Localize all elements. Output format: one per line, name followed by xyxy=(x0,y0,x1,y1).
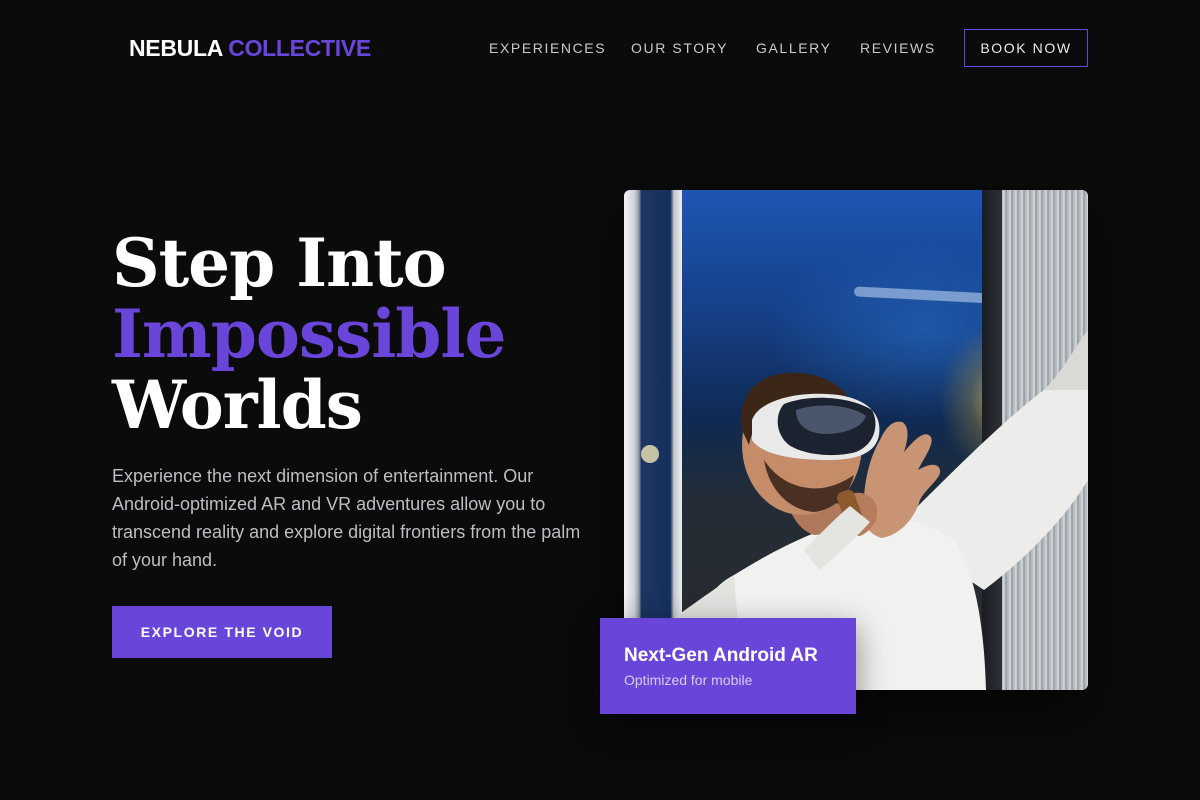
feature-badge: Next-Gen Android AR Optimized for mobile xyxy=(600,618,856,714)
hero-title-line-2: Impossible xyxy=(112,295,506,373)
explore-the-void-button[interactable]: EXPLORE THE VOID xyxy=(112,606,332,658)
nav-link-experiences[interactable]: EXPERIENCES xyxy=(489,29,606,67)
main-nav: EXPERIENCES OUR STORY GALLERY REVIEWS BO… xyxy=(0,29,1200,67)
feature-badge-subtitle: Optimized for mobile xyxy=(624,672,753,688)
hero-title-line-3: Worlds xyxy=(112,366,363,444)
hero-title-line-1: Step Into xyxy=(112,224,447,302)
landing-page: NEBULA COLLECTIVE EXPERIENCES OUR STORY … xyxy=(0,0,1200,800)
nav-link-gallery[interactable]: GALLERY xyxy=(756,29,832,67)
feature-badge-title: Next-Gen Android AR xyxy=(624,645,818,666)
nav-link-our-story[interactable]: OUR STORY xyxy=(631,29,728,67)
hero-title: Step Into Impossible Worlds xyxy=(112,224,506,444)
nav-link-reviews[interactable]: REVIEWS xyxy=(860,29,936,67)
hero-image xyxy=(624,190,1088,690)
hero-description: Experience the next dimension of enterta… xyxy=(112,466,581,570)
book-now-button[interactable]: BOOK NOW xyxy=(964,29,1088,67)
vr-user-illustration xyxy=(641,330,1088,690)
site-header: NEBULA COLLECTIVE EXPERIENCES OUR STORY … xyxy=(0,0,1200,96)
